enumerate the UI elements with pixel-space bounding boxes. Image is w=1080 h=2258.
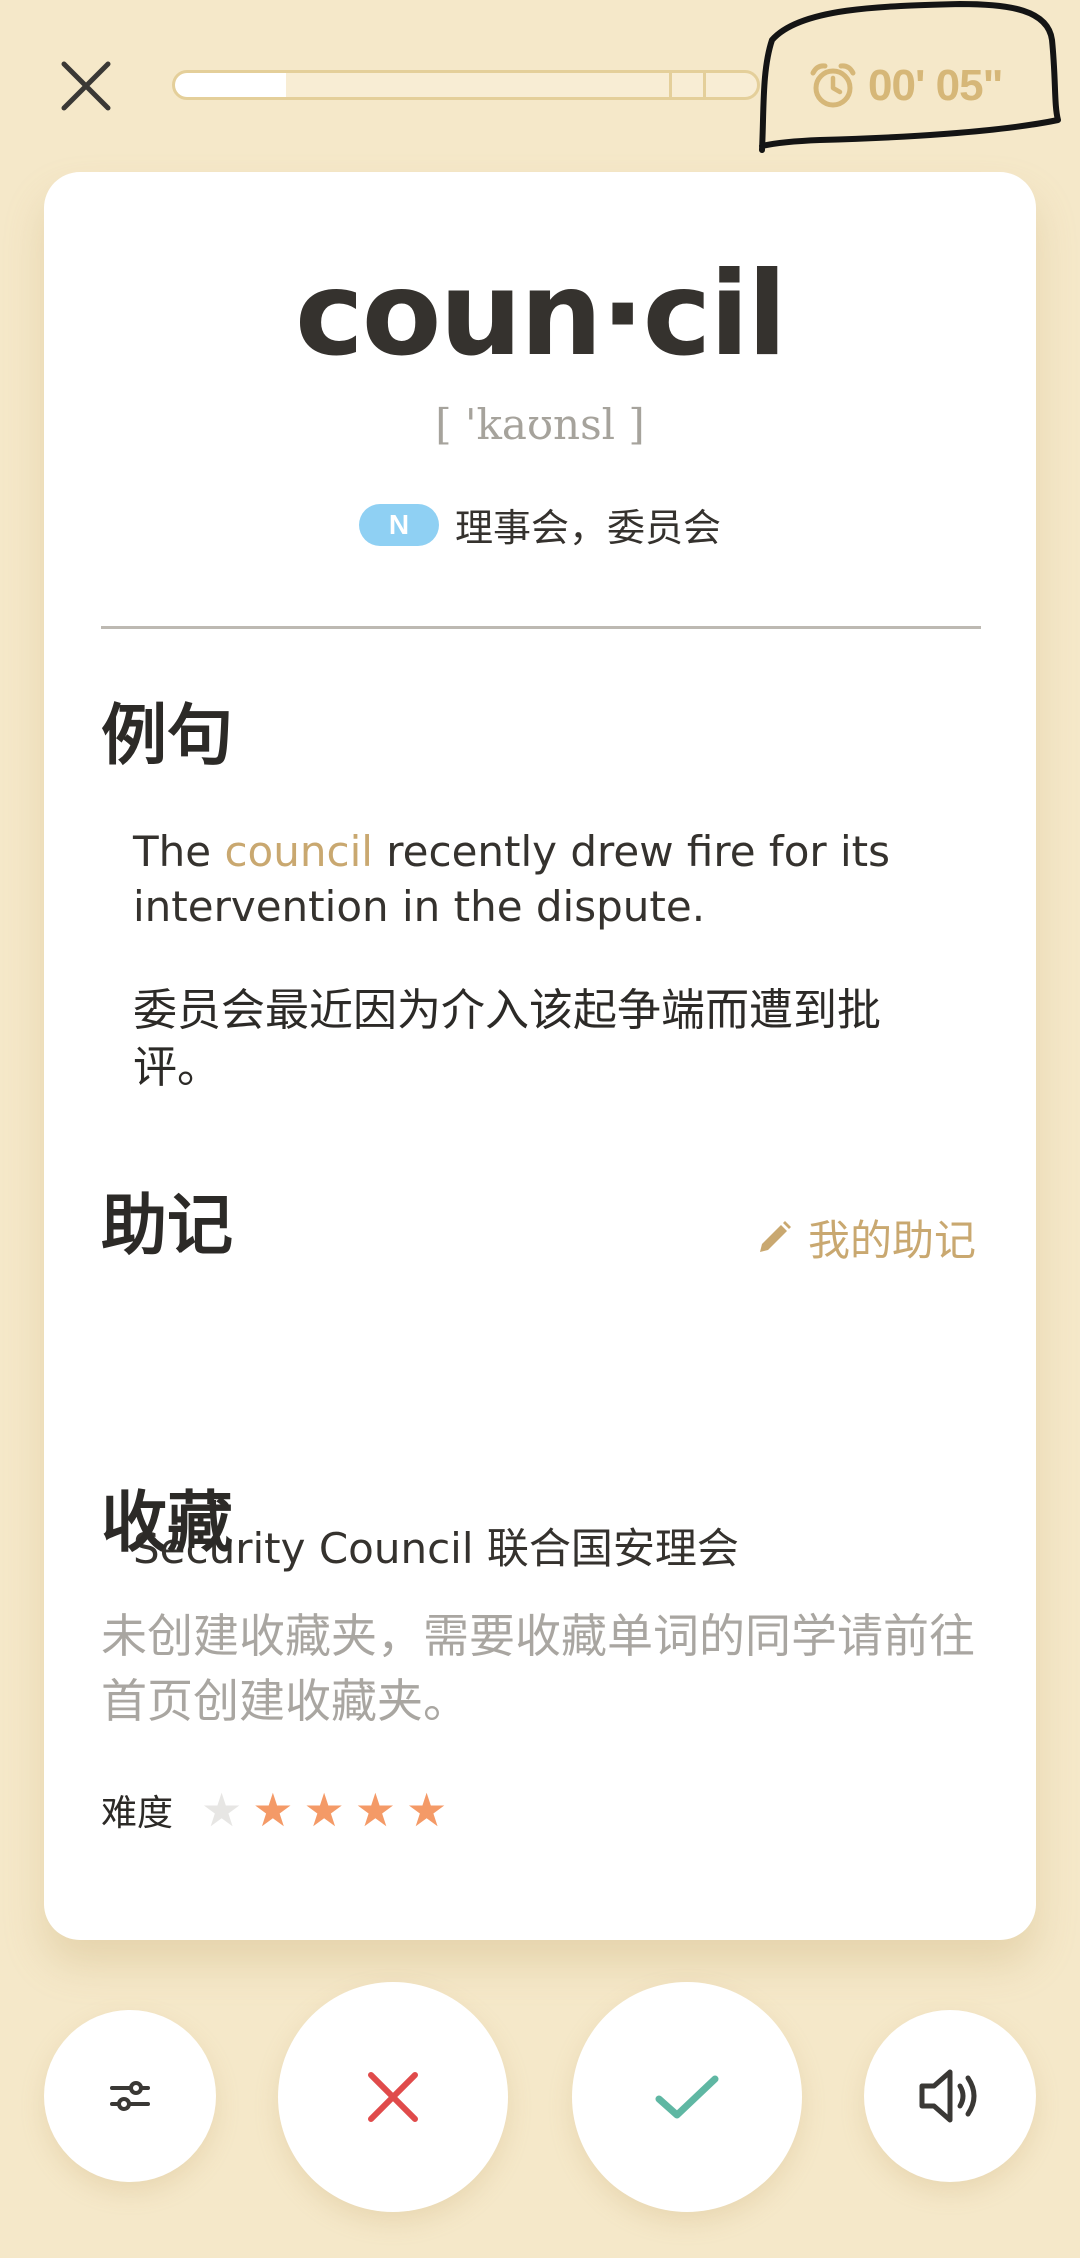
audio-button[interactable] [864, 2010, 1036, 2182]
speaker-icon [919, 2069, 977, 2123]
difficulty-stars: ★ ★ ★ ★ ★ [201, 1787, 447, 1833]
my-mnemonic-label: 我的助记 [807, 1216, 976, 1265]
phonetic: [ 'kaʊnsl ] [435, 400, 645, 449]
star-filled-icon: ★ [252, 1783, 294, 1837]
star-empty-icon: ★ [201, 1783, 243, 1837]
example-sentence-en: The council recently drew fire for its i… [133, 824, 933, 934]
my-mnemonic-button[interactable]: 我的助记 [754, 1207, 976, 1268]
timer-value: 00' 05" [868, 61, 1003, 110]
mnemonic-title: 助记 [101, 1187, 233, 1264]
definition: 理事会，委员会 [454, 506, 721, 550]
difficulty-row: 难度 ★ ★ ★ ★ ★ [101, 1784, 447, 1836]
divider [101, 626, 981, 629]
word-card: coun·cil [ 'kaʊnsl ] N 理事会，委员会 例句 The co… [44, 172, 1036, 1940]
close-button[interactable] [52, 52, 120, 120]
star-filled-icon: ★ [303, 1783, 345, 1837]
favorites-note: 未创建收藏夹，需要收藏单词的同学请前往首页创建收藏夹。 [101, 1609, 975, 1728]
example-text: The [133, 827, 225, 876]
part-of-speech-badge: N [358, 503, 439, 546]
definition-row: N 理事会，委员会 [44, 497, 1036, 552]
wrong-button[interactable] [278, 1982, 508, 2212]
correct-button[interactable] [572, 1982, 802, 2212]
progress-fill [175, 73, 286, 97]
pencil-icon [759, 1220, 791, 1252]
timer: 00' 05" [808, 56, 1003, 116]
example-highlight-word: council [224, 827, 373, 876]
settings-button[interactable] [44, 2010, 216, 2182]
progress-segment-divider [669, 73, 672, 97]
check-icon [655, 2075, 719, 2119]
example-sentence-zh: 委员会最近因为介入该起争端而遭到批评。 [133, 985, 881, 1093]
sliders-icon [110, 2081, 150, 2111]
progress-bar [172, 70, 760, 100]
favorites-title: 收藏 [101, 1484, 233, 1561]
x-icon [368, 2072, 418, 2122]
alarm-clock-icon [810, 63, 856, 108]
headword: coun·cil [295, 247, 787, 382]
star-filled-icon: ★ [406, 1783, 448, 1837]
example-title: 例句 [101, 697, 233, 774]
progress-segment-divider [703, 73, 706, 97]
close-icon [61, 61, 111, 111]
difficulty-label: 难度 [101, 1793, 174, 1834]
star-filled-icon: ★ [354, 1783, 397, 1837]
